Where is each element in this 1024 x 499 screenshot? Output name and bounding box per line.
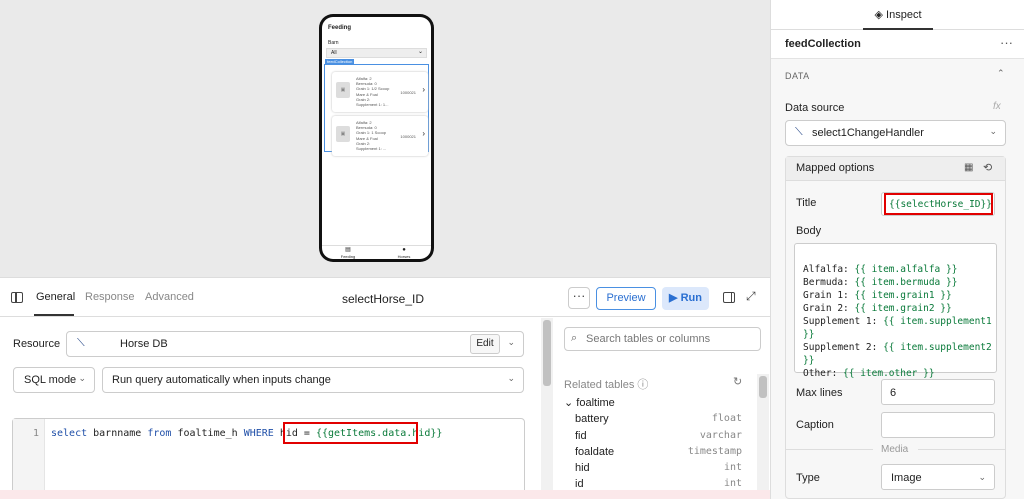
type-select[interactable]: Image ⌄ [881,464,995,490]
tab-response[interactable]: Response [85,291,135,303]
related-tables-label: Related tables ⓘ [564,379,649,391]
scrollbar-thumb[interactable] [543,320,551,386]
component-header: feedCollection ··· [771,30,1024,59]
body-label: Body [796,225,822,237]
collection-item[interactable]: ▣ Alfalfa: 2 Bermuda: 0 Grain 1: 1 Scoop… [332,116,428,156]
component-name[interactable]: feedCollection [785,38,861,50]
collection-item[interactable]: ▣ Alfalfa: 2 Bermuda: 0 Grain 1: 1/2 Sco… [332,72,428,112]
feeding-icon: ▤ [345,247,351,253]
preview-button[interactable]: Preview [596,287,656,310]
title-label: Title [796,197,817,209]
column-row[interactable]: hid int [575,462,742,474]
data-source-label: Data source [785,102,845,114]
collection-item-body: Alfalfa: 2 Bermuda: 0 Grain 1: 1 Scoop M… [356,120,387,152]
chevron-right-icon: › [422,129,425,138]
editor-gutter [13,419,45,498]
chevron-down-icon: ⌄ [417,49,423,55]
toggle-sidebar-icon[interactable] [723,292,735,303]
body-input[interactable]: Alfalfa: {{ item.alfalfa }} Bermuda: {{ i… [794,243,997,379]
caption-label: Caption [796,419,834,431]
chevron-down-icon: ⌄ [564,397,574,409]
toggle-panel-icon[interactable] [11,292,23,303]
query-toolbar: General Response Advanced selectHorse_ID… [0,279,770,317]
table-foaltime[interactable]: ⌄ foaltime [564,396,615,409]
chevron-up-icon[interactable]: ⌃ [997,68,1005,79]
barn-select-value: All [331,50,337,56]
collection-item-caption: 1000021 [400,134,416,139]
chevron-right-icon: › [422,85,425,94]
layers-icon: ◈ [874,9,883,21]
chevron-down-icon: ⌄ [978,472,986,482]
phone-frame: Feeding Barn All ⌄ feedCollection ▣ Alfa… [319,14,434,262]
inspector-panel: ◈ Inspect feedCollection ··· DATA ⌃ Data… [770,0,1024,499]
barn-select[interactable]: All ⌄ [326,48,427,58]
column-row[interactable]: id int [575,478,742,490]
more-options-button[interactable]: ··· [568,287,590,309]
scrollbar-thumb[interactable] [759,376,767,398]
schema-search-input[interactable]: ⌕ Search tables or columns [564,327,761,351]
caption-input[interactable] [881,412,995,438]
feed-collection[interactable]: feedCollection ▣ Alfalfa: 2 Bermuda: 0 G… [324,59,429,156]
sql-editor[interactable]: 1 select barnname from foaltime_h WHERE … [12,418,525,499]
link-icon[interactable]: ⟲ [983,161,992,174]
nav-item-horses[interactable]: ● Horses [394,247,414,259]
column-row[interactable]: fid varchar [575,430,742,442]
trigger-select[interactable]: Run query automatically when inputs chan… [102,367,524,393]
resource-select[interactable]: ⟍ Horse DB ⌄ [66,331,524,357]
image-placeholder-icon: ▣ [336,126,350,142]
query-name[interactable]: selectHorse_ID [342,292,424,306]
edit-resource-button[interactable]: Edit [470,334,500,354]
info-icon: ⓘ [637,379,649,391]
mapped-options-header: Mapped options ▦ ⟲ [786,157,1005,181]
resource-value: Horse DB [120,338,168,350]
column-row[interactable]: foaldate timestamp [575,446,742,458]
fx-icon[interactable]: fx [993,101,1001,112]
highlight-box [884,193,993,215]
document-icon[interactable]: ▦ [964,162,973,173]
max-lines-label: Max lines [796,387,843,399]
chevron-down-icon: ⌄ [507,337,515,347]
highlight-box [283,422,418,444]
barn-label: Barn [328,40,339,46]
inspector-header: ◈ Inspect [771,0,1024,30]
max-lines-input[interactable]: 6 [881,379,995,405]
data-source-select[interactable]: ⟍ select1ChangeHandler ⌄ [785,120,1006,146]
phone-screen: Feeding Barn All ⌄ feedCollection ▣ Alfa… [322,17,431,259]
database-icon: ⟍ [795,126,803,138]
tab-general[interactable]: General [36,291,75,303]
tab-inspect[interactable]: ◈ Inspect [771,8,1024,21]
bottom-nav: ▤ Feeding ● Horses [322,245,431,259]
search-placeholder: Search tables or columns [586,333,711,345]
mapped-options-label: Mapped options [796,162,875,174]
mode-select[interactable]: SQL mode ⌄ [13,367,95,393]
active-tab-indicator [34,314,74,316]
preview-title: Feeding [328,25,352,31]
tab-advanced[interactable]: Advanced [145,291,194,303]
nav-item-feeding[interactable]: ▤ Feeding [338,247,358,259]
media-section-label: Media [881,444,909,455]
status-strip [0,490,770,499]
type-label: Type [796,472,820,484]
chevron-down-icon: ⌄ [989,126,997,136]
run-button[interactable]: ▶ Run [662,287,709,310]
resource-label: Resource [13,338,61,350]
database-icon: ⟍ [77,337,85,349]
expand-icon[interactable]: ⤢ [746,289,756,304]
chevron-down-icon: ⌄ [507,373,515,383]
refresh-icon[interactable]: ↻ [733,375,742,388]
image-placeholder-icon: ▣ [336,82,350,98]
collection-label: feedCollection [325,59,355,65]
column-row[interactable]: battery float [575,413,742,425]
more-options-icon[interactable]: ··· [1000,35,1013,50]
app-canvas: Feeding Barn All ⌄ feedCollection ▣ Alfa… [0,0,770,278]
line-number: 1 [33,428,40,439]
collection-item-caption: 1000021 [400,90,416,95]
chevron-down-icon: ⌄ [78,373,86,383]
collection-item-body: Alfalfa: 2 Bermuda: 0 Grain 1: 1/2 Scoop… [356,76,390,108]
person-icon: ● [402,247,406,253]
section-data-label[interactable]: DATA [785,71,810,81]
search-icon: ⌕ [571,332,578,344]
